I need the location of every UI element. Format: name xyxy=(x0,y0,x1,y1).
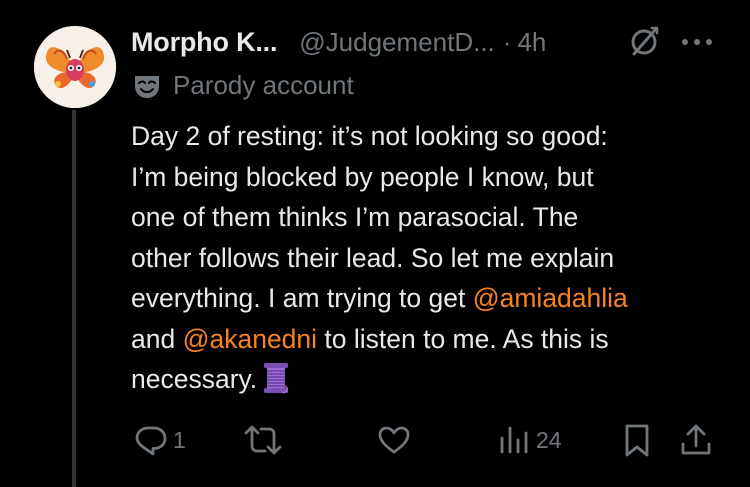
tweet-text-segment: and xyxy=(131,323,183,354)
action-bar: 1 24 xyxy=(0,418,750,466)
tweet-text-segment: to listen to me. As this is xyxy=(317,323,609,354)
mention-link[interactable]: @amiadahlia xyxy=(473,283,628,313)
tweet-time[interactable]: 4h xyxy=(517,27,546,58)
tweet-line: one of them thinks I’m parasocial. The xyxy=(131,202,579,232)
reply-icon xyxy=(135,426,167,456)
mask-icon xyxy=(135,75,159,98)
tweet-line: other follows their lead. So let me expl… xyxy=(131,242,615,273)
tweet-line: everything. I am trying to get @amiadahl… xyxy=(131,278,731,319)
share-button[interactable] xyxy=(678,418,714,462)
tweet-text-segment: necessary. xyxy=(131,364,258,394)
parody-badge: Parody account xyxy=(133,70,354,101)
tweet-text-segment: everything. I am trying to get xyxy=(131,283,473,313)
separator-dot: · xyxy=(502,26,512,57)
repost-icon xyxy=(244,425,282,455)
bookmark-button[interactable] xyxy=(620,418,654,462)
tweet-header: Morpho K... @JudgementD... · 4h xyxy=(131,22,546,62)
tweet-line: and @akanedni to listen to me. As this i… xyxy=(131,319,731,360)
tweet-text: Day 2 of resting: it’s not looking so go… xyxy=(131,116,731,400)
sync-icon[interactable] xyxy=(626,24,662,60)
views-button[interactable]: 24 xyxy=(496,418,562,462)
tweet: Morpho K... @JudgementD... · 4h Parody a… xyxy=(0,0,750,487)
parody-label: Parody account xyxy=(173,70,354,100)
reply-button[interactable]: 1 xyxy=(133,418,186,462)
views-icon xyxy=(500,426,528,454)
tweet-line: Day 2 of resting: it’s not looking so go… xyxy=(131,121,608,151)
like-button[interactable] xyxy=(376,418,412,462)
reply-count: 1 xyxy=(173,426,186,453)
more-icon[interactable] xyxy=(680,30,714,54)
avatar-image xyxy=(34,26,116,108)
author-name[interactable]: Morpho K... xyxy=(131,27,277,58)
tweet-line: necessary. xyxy=(131,359,731,400)
mention-link[interactable]: @akanedni xyxy=(183,324,317,354)
repost-button[interactable] xyxy=(243,418,283,462)
tweet-line: I’m being blocked by people I know, but xyxy=(131,161,594,192)
like-icon xyxy=(378,426,410,454)
share-icon xyxy=(681,424,711,455)
avatar[interactable] xyxy=(34,26,116,108)
author-handle[interactable]: @JudgementD... xyxy=(299,27,494,58)
views-count: 24 xyxy=(536,426,562,453)
bookmark-icon xyxy=(625,424,649,457)
thread-spool-emoji xyxy=(264,363,289,394)
